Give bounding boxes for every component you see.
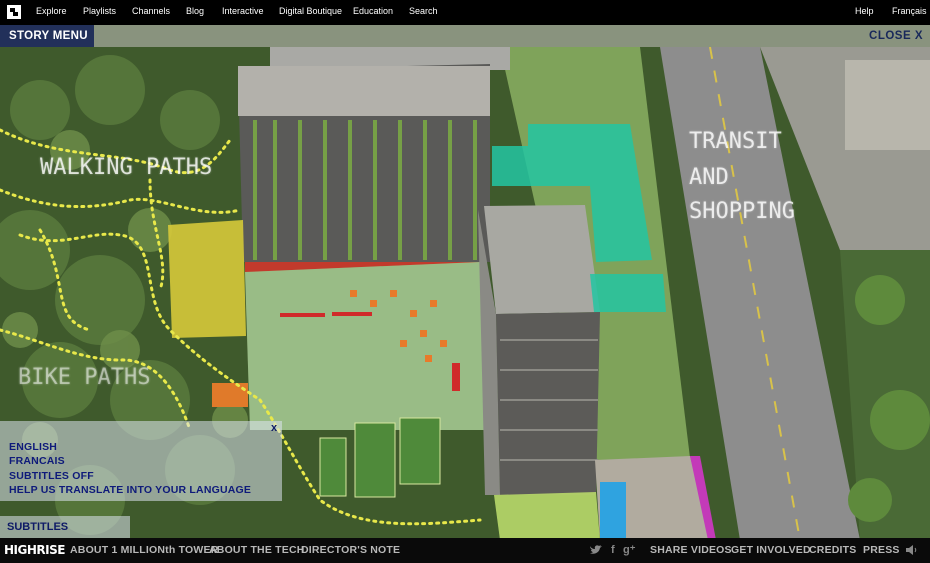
link-about-tech[interactable]: ABOUT THE TECH [209,538,305,563]
nav-blog[interactable]: Blog [186,0,204,25]
subtitles-panel-close-button[interactable]: x [271,422,277,434]
transit-label-line3: SHOPPING [689,199,795,224]
google-plus-icon[interactable]: g⁺ [623,538,636,563]
link-directors-note[interactable]: DIRECTOR'S NOTE [301,538,400,563]
nav-search[interactable]: Search [409,0,438,25]
nav-language-francais[interactable]: Français [892,0,927,25]
highrise-logo[interactable]: HIGHRISE [4,538,65,563]
walking-paths-label: WALKING PATHS [40,155,213,180]
subtitle-option-off[interactable]: SUBTITLES OFF [9,470,94,482]
transit-label-line2: AND [689,165,729,190]
subtitle-option-english[interactable]: ENGLISH [9,441,57,453]
facebook-icon[interactable]: f [611,538,615,563]
transit-label-line1: TRANSIT [689,129,782,154]
bike-paths-label: BIKE PATHS [18,365,151,390]
nav-explore[interactable]: Explore [36,0,67,25]
nav-playlists[interactable]: Playlists [83,0,116,25]
volume-icon[interactable] [906,538,918,563]
subtitle-option-help-translate[interactable]: HELP US TRANSLATE INTO YOUR LANGUAGE [9,484,251,496]
subtitles-toggle-button[interactable]: SUBTITLES [0,516,130,538]
top-navigation: Explore Playlists Channels Blog Interact… [0,0,930,25]
story-menu-bar [0,25,930,47]
link-about-tower[interactable]: ABOUT 1 MILLIONth TOWER [70,538,218,563]
subtitle-option-francais[interactable]: FRANCAIS [9,455,65,467]
nav-channels[interactable]: Channels [132,0,170,25]
nav-interactive[interactable]: Interactive [222,0,264,25]
twitter-icon[interactable] [590,538,602,563]
nfb-logo-icon[interactable] [7,5,21,19]
story-menu-button[interactable]: STORY MENU [0,25,94,47]
bottom-bar: HIGHRISE ABOUT 1 MILLIONth TOWER ABOUT T… [0,538,930,563]
link-share-videos[interactable]: SHARE VIDEOS [650,538,732,563]
close-button[interactable]: CLOSE X [869,25,923,47]
nav-digital-boutique[interactable]: Digital Boutique [279,0,342,25]
link-credits[interactable]: CREDITS [809,538,857,563]
nav-help[interactable]: Help [855,0,874,25]
link-press[interactable]: PRESS [863,538,900,563]
link-get-involved[interactable]: GET INVOLVED [731,538,811,563]
nav-education[interactable]: Education [353,0,393,25]
